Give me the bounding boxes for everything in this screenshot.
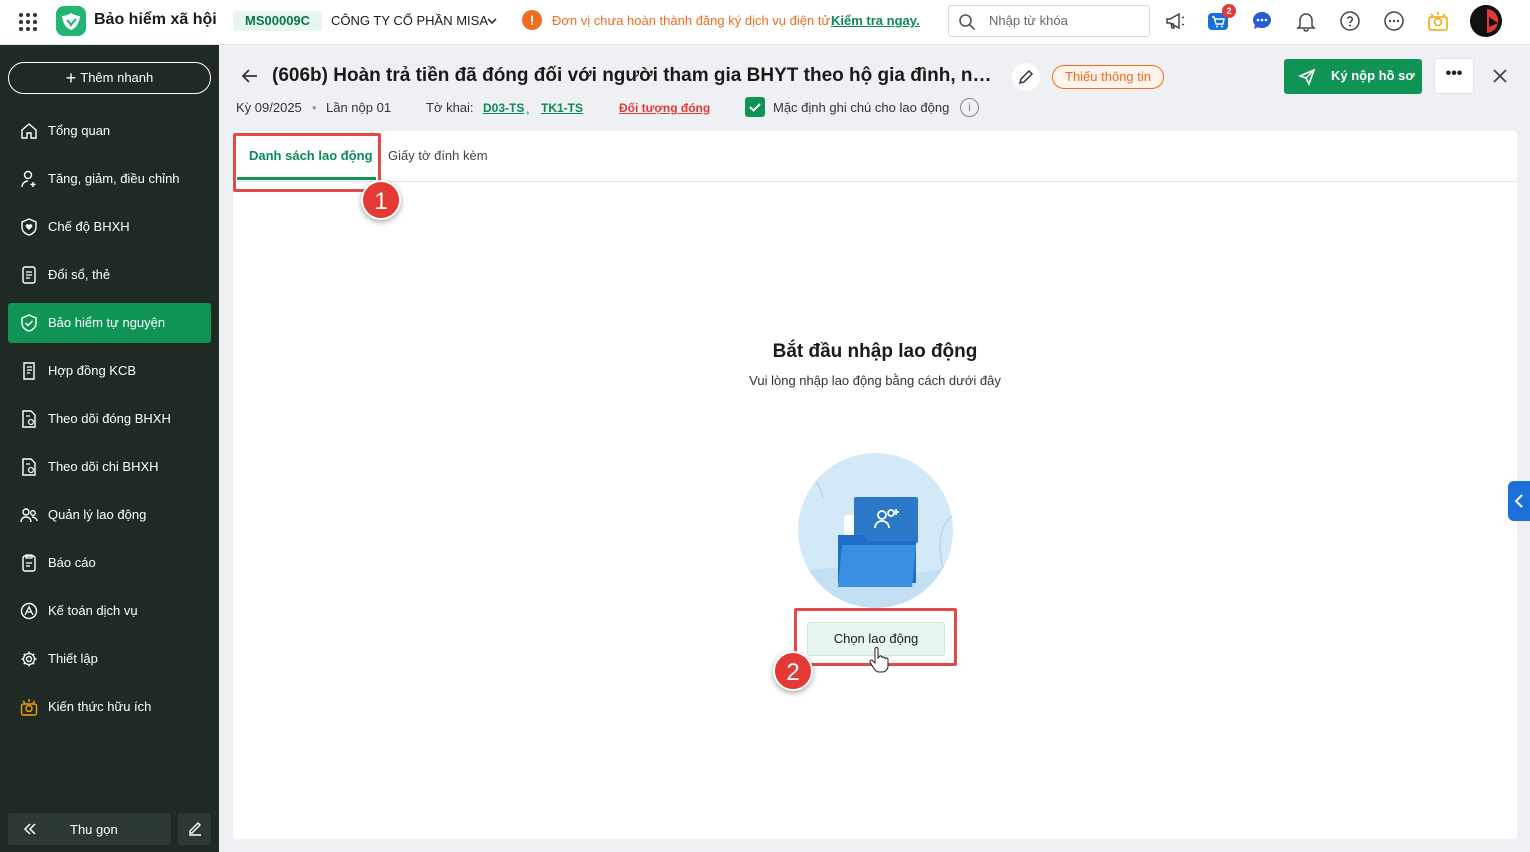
edit-menu-button[interactable] [178,813,211,845]
comma-separator: , [526,101,530,116]
default-note-label: Mặc định ghi chú cho lao động [773,100,950,115]
form-link-tk1[interactable]: TK1-TS [541,101,583,115]
company-selector[interactable]: CÔNG TY CỔ PHẦN MISA [331,13,488,28]
default-note-checkbox[interactable] [745,97,765,117]
chevron-down-icon[interactable] [486,15,498,27]
sidebar-item-overview[interactable]: Tổng quan [8,111,211,151]
side-panel-toggle[interactable] [1508,481,1530,521]
sidebar-item-knowledge[interactable]: Kiến thức hữu ích [8,687,211,727]
folder-illustration [798,453,953,608]
empty-state-subtitle: Vui lòng nhập lao động bằng cách dưới đâ… [749,373,1001,388]
form-link-d03[interactable]: D03-TS [483,101,524,115]
warning-icon: ! [522,10,542,30]
more-actions-button[interactable]: ••• [1434,58,1474,94]
contract-icon [23,362,35,380]
app-title: Bảo hiểm xã hội [94,11,217,28]
period-label: Kỳ 09/2025 [236,100,302,115]
sidebar-item-adjustments[interactable]: Tăng, giảm, điều chỉnh [8,159,211,199]
home-icon [21,123,37,139]
report-icon [22,554,36,572]
users-icon [20,508,38,523]
sidebar-item-kcb-contract[interactable]: Hợp đồng KCB [8,351,211,391]
status-badge: Thiếu thông tin [1052,65,1165,89]
sidebar: + Thêm nhanh Tổng quan Tăng, giảm, điều c… [0,45,219,852]
help-icon[interactable] [1339,10,1361,32]
check-icon [749,103,761,112]
bell-icon[interactable] [1295,10,1317,32]
tab-attachments[interactable]: Giấy tờ đính kèm [388,148,488,163]
collapse-sidebar-button[interactable]: Thu gọn [8,813,171,845]
send-icon [1298,68,1316,86]
submission-label: Lần nộp 01 [326,100,392,115]
quick-add-button[interactable]: + Thêm nhanh [8,62,211,94]
content-panel: Danh sách lao động Giấy tờ đính kèm 1 Bắ… [233,131,1517,839]
search-icon [959,14,976,31]
pencil-icon [1018,69,1034,85]
user-avatar[interactable] [1470,5,1502,37]
shield-check-icon [21,314,37,332]
dot-separator: • [312,100,317,115]
sidebar-item-settings[interactable]: Thiết lập [8,639,211,679]
megaphone-icon[interactable] [1164,10,1186,32]
check-now-link[interactable]: Kiểm tra ngay. [831,13,920,28]
sidebar-item-labor-management[interactable]: Quản lý lao động [8,495,211,535]
more-options-icon[interactable] [1383,10,1405,32]
sidebar-item-track-expense[interactable]: Theo dõi chi BHXH [8,447,211,487]
step-marker-1: 1 [361,180,401,220]
shield-heart-icon [21,218,37,236]
step-marker-2: 2 [773,651,813,691]
gear-icon [21,651,37,667]
lightbulb-icon [20,699,38,716]
lightbulb-icon[interactable] [1427,10,1449,32]
sign-submit-button[interactable]: Ký nộp hồ sơ [1284,59,1422,94]
subject-link[interactable]: Đối tượng đóng [619,101,710,115]
sidebar-item-bhxh-regime[interactable]: Chế độ BHXH [8,207,211,247]
sidebar-item-reports[interactable]: Báo cáo [8,543,211,583]
document-track-icon [22,410,36,428]
cart-count-badge: 2 [1222,4,1236,18]
empty-state-title: Bắt đầu nhập lao động [772,341,978,362]
plus-icon: + [65,68,77,88]
form-label: Tờ khai: [426,100,474,115]
search-box[interactable] [948,5,1150,37]
sidebar-item-track-payment[interactable]: Theo dõi đóng BHXH [8,399,211,439]
tabs-divider [233,181,1517,182]
org-code-badge: MS00009C [233,11,323,31]
sidebar-item-accounting-service[interactable]: Kế toán dịch vụ [8,591,211,631]
double-chevron-left-icon [23,823,36,835]
edit-title-button[interactable] [1012,63,1040,91]
hand-cursor-icon [869,647,889,673]
app-grid-icon[interactable] [18,12,38,32]
warning-message: Đơn vị chưa hoàn thành đăng ký dịch vụ đ… [552,13,834,28]
page-title: (606b) Hoàn trả tiền đã đóng đối với ngư… [272,65,994,86]
top-bar: Bảo hiểm xã hội MS00009C CÔNG TY CỔ PHẦN… [0,0,1530,45]
accounting-icon [20,602,38,620]
sidebar-item-voluntary-insurance[interactable]: Bảo hiểm tự nguyện [8,303,211,343]
close-icon[interactable] [1490,66,1510,86]
sidebar-item-book-card[interactable]: Đổi sổ, thẻ [8,255,211,295]
search-input[interactable] [989,13,1139,28]
card-swap-icon [22,266,36,284]
app-logo [56,6,86,36]
document-track-icon [22,458,36,476]
chat-icon[interactable] [1251,10,1273,32]
edit-icon [189,822,201,836]
chevron-left-icon [1514,494,1523,508]
highlight-box-step1 [233,133,381,192]
info-icon[interactable]: i [960,98,979,117]
back-arrow-icon[interactable] [240,66,260,86]
user-adjust-icon [21,170,36,188]
